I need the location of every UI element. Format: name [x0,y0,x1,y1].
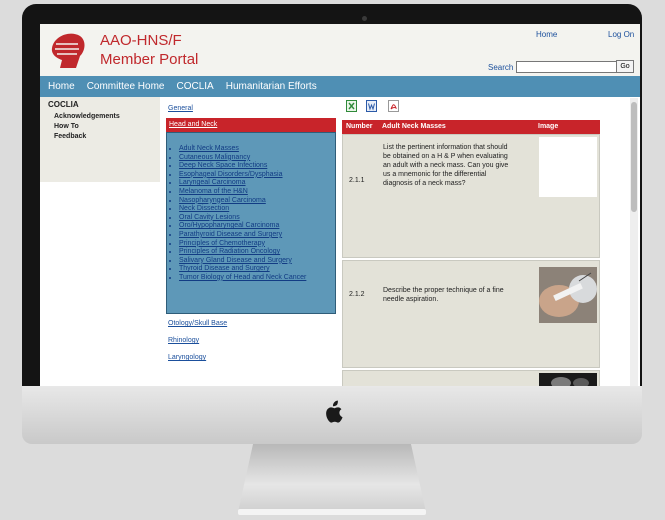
subtopic-link[interactable]: Nasopharyngeal Carcinoma [179,197,335,206]
go-button[interactable]: Go [616,60,634,73]
portal-title-line1: AAO-HNS/F [100,32,182,49]
search-input[interactable] [516,61,618,73]
subtopic-link[interactable]: Oro/Hypopharyngeal Carcinoma [179,222,335,231]
subtopic-link[interactable]: Oral Cavity Lesions [179,214,335,223]
subtopic-link[interactable]: Laryngeal Carcinoma [179,179,335,188]
monitor-stand-foot [238,509,426,515]
topic-selected-header[interactable]: Head and Neck [166,118,336,132]
subtopic-link[interactable]: Tumor Biology of Head and Neck Cancer [179,274,335,283]
portal-title-line2: Member Portal [100,51,199,68]
row-question: List the pertinent information that shou… [383,144,509,187]
sidebar-item-how-to[interactable]: How To [54,123,79,130]
nav-humanitarian-efforts[interactable]: Humanitarian Efforts [226,81,317,92]
search-label: Search [488,63,514,72]
subtopic-link[interactable]: Principles of Radiation Oncology [179,248,335,257]
portal-header: AAO-HNS/F Member Portal Home Log On Sear… [40,24,640,76]
subtopic-link[interactable]: Salivary Gland Disease and Surgery [179,257,335,266]
topic-column: General Head and Neck Adult Neck Masses … [166,100,336,386]
fna-procedure-image [539,267,597,323]
topic-selected-label: Head and Neck [169,121,218,128]
monitor-stand [238,444,426,512]
col-number-header: Number [346,123,373,130]
scrollbar-thumb[interactable] [631,102,637,212]
camera-icon [362,16,367,21]
table-row[interactable]: 2.1.2 Describe the proper technique of a… [342,260,600,368]
topic-otology-link[interactable]: Otology/Skull Base [168,320,227,327]
row-number: 2.1.2 [349,291,365,298]
aao-logo-icon [51,33,85,68]
col-title-header: Adult Neck Masses [382,123,446,130]
topic-general-link[interactable]: General [168,105,193,112]
sidebar-box: COCLIA Acknowledgements How To Feedback [40,97,160,182]
sidebar-heading: COCLIA [48,100,79,109]
table-header: Number Adult Neck Masses Image [342,120,600,134]
subtopic-link[interactable]: Melanoma of the H&N [179,188,335,197]
subtopic-link[interactable]: Principles of Chemotherapy [179,240,335,249]
row-question: Describe the proper technique of a fine … [383,287,504,303]
apple-logo-icon [326,400,343,423]
sidebar-item-feedback[interactable]: Feedback [54,133,86,140]
nav-committee-home[interactable]: Committee Home [87,81,165,92]
table-row[interactable] [342,370,600,386]
left-sidebar: COCLIA Acknowledgements How To Feedback [40,97,160,386]
excel-icon[interactable] [346,100,357,112]
sidebar-item-acknowledgements[interactable]: Acknowledgements [54,113,120,120]
question-table-area: Number Adult Neck Masses Image 2.1.1 Lis… [342,98,632,386]
table-row[interactable]: 2.1.1 List the pertinent information tha… [342,134,600,258]
subtopic-link[interactable]: Thyroid Disease and Surgery [179,265,335,274]
subtopic-link[interactable]: Cutaneous Malignancy [179,154,335,163]
subtopic-list: Adult Neck Masses Cutaneous Malignancy D… [167,133,335,283]
pdf-icon[interactable] [388,100,399,112]
nav-home[interactable]: Home [48,81,75,92]
subtopic-link[interactable]: Deep Neck Space Infections [179,162,335,171]
subtopic-link[interactable]: Parathyroid Disease and Surgery [179,231,335,240]
xray-image [539,373,597,386]
subtopic-link[interactable]: Adult Neck Masses [179,145,335,154]
word-icon[interactable] [366,100,377,112]
topic-rhinology-link[interactable]: Rhinology [168,337,199,344]
subtopic-link[interactable]: Neck Dissection [179,205,335,214]
subtopic-link[interactable]: Esophageal Disorders/Dysphasia [179,171,335,180]
log-on-link[interactable]: Log On [608,30,634,39]
browser-screen: AAO-HNS/F Member Portal Home Log On Sear… [40,24,640,386]
col-image-header: Image [538,123,559,130]
topic-laryngology-link[interactable]: Laryngology [168,354,206,361]
nav-coclia[interactable]: COCLIA [177,81,214,92]
subtopic-box: Adult Neck Masses Cutaneous Malignancy D… [166,132,336,314]
page-scrollbar[interactable] [630,98,638,386]
home-link[interactable]: Home [536,30,557,39]
main-nav: Home Committee Home COCLIA Humanitarian … [40,76,640,97]
row-image-blank [539,137,597,197]
portal-title: AAO-HNS/F Member Portal [100,31,198,69]
row-number: 2.1.1 [349,177,365,184]
